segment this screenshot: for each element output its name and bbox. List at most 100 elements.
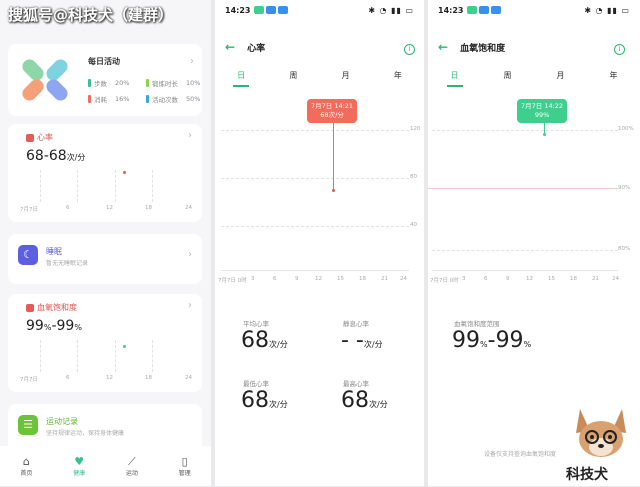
grid-line — [77, 340, 78, 372]
x-tick: 15 — [337, 276, 344, 282]
grid-line — [40, 170, 41, 202]
back-arrow-icon[interactable]: ← — [225, 40, 235, 54]
x-tick: 6 — [484, 276, 488, 282]
x-tick: 6 — [66, 375, 70, 381]
status-icons: ✱ ◔ ▮▮ ▭ — [584, 5, 630, 15]
rest-hr-label: 静息心率 — [343, 320, 369, 328]
mascot-text: 科技犬 — [566, 467, 608, 483]
avg-hr-value: 68次/分 — [241, 328, 288, 353]
spo2-footnote: 设备仅支持查询血氧饱和度 — [484, 451, 557, 458]
heart-tooltip: 7月7日 14:21 68次/分 — [307, 99, 358, 123]
run-icon: ⟋ — [128, 455, 136, 468]
min-hr-label: 最低心率 — [243, 380, 269, 388]
moon-icon: ☾ — [18, 245, 38, 265]
status-bar: 14:23 ✱ ◔ ▮▮ ▭ — [215, 0, 424, 20]
grid-line — [152, 340, 153, 372]
y-tick: 100% — [618, 126, 634, 132]
x-axis-line — [221, 270, 409, 271]
x-tick: 3 — [462, 276, 466, 282]
grid-line — [152, 170, 153, 202]
watch-icon: ▯ — [181, 455, 188, 468]
sport-title: 运动记录 — [46, 417, 78, 426]
y-tick: 80 — [410, 174, 417, 180]
page-title: 血氧饱和度 — [460, 43, 506, 54]
status-time: 14:23 — [225, 5, 251, 15]
avg-hr-label: 平均心率 — [243, 320, 269, 328]
x-axis-line — [432, 270, 618, 271]
x-tick: 12 — [106, 205, 113, 211]
max-hr-label: 最高心率 — [343, 380, 369, 388]
heart-data-point — [123, 171, 126, 174]
status-icons: ✱ ◔ ▮▮ ▭ — [368, 5, 414, 15]
tab-month[interactable]: 月 — [553, 70, 569, 87]
x-tick: 18 — [570, 276, 577, 282]
tab-week[interactable]: 周 — [285, 70, 301, 87]
min-hr-value: 68次/分 — [241, 388, 288, 413]
spo2-data-point — [123, 345, 126, 348]
x-tick: 12 — [106, 375, 113, 381]
x-tick: 6 — [273, 276, 277, 282]
x-tick: 6 — [66, 205, 70, 211]
tab-day[interactable]: 日 — [446, 70, 463, 87]
page-header: ← 心率 — [225, 40, 265, 54]
sleep-title: 睡眠 — [46, 247, 62, 256]
activity-ring-icon — [19, 56, 71, 104]
x-tick: 9 — [295, 276, 299, 282]
max-hr-value: 68次/分 — [341, 388, 388, 413]
heart-icon: ♥ — [74, 455, 85, 468]
x-tick: 24 — [185, 205, 192, 211]
x-tick: 7月7日 — [20, 377, 38, 383]
watermark: 搜狐号@科技犬（建群） — [8, 6, 174, 24]
spo2-data-point — [543, 133, 546, 136]
back-arrow-icon[interactable]: ← — [438, 40, 448, 54]
x-tick: 24 — [612, 276, 619, 282]
sport-subtitle: 坚持规律运动，保持身体健康 — [46, 430, 125, 437]
period-tabs: 日 周 月 年 — [428, 70, 640, 87]
heart-card-title: 心率 — [26, 132, 53, 143]
grid-line — [77, 170, 78, 202]
x-tick: 9 — [506, 276, 510, 282]
nav-sport[interactable]: ⟋ 运动 — [112, 455, 152, 477]
bottom-nav: ⌂ 首页 ♥ 健康 ⟋ 运动 ▯ 管理 — [0, 446, 211, 486]
home-icon: ⌂ — [22, 455, 30, 468]
status-time: 14:23 — [438, 5, 464, 15]
grid-line — [221, 178, 409, 179]
grid-line — [432, 130, 618, 131]
info-icon[interactable]: i — [614, 44, 625, 55]
spo2-card-title: 血氧饱和度 — [26, 302, 77, 313]
x-tick: 18 — [145, 375, 152, 381]
x-tick: 3 — [251, 276, 255, 282]
x-tick: 18 — [359, 276, 366, 282]
x-tick: 12 — [315, 276, 322, 282]
daily-activity-title: 每日活动 — [88, 57, 120, 66]
stat-activity-count: 活动次数 50% — [146, 94, 200, 104]
nav-health[interactable]: ♥ 健康 — [59, 455, 99, 477]
x-tick: 18 — [145, 205, 152, 211]
spo2-range-value: 99%-99% — [452, 328, 532, 353]
nav-home[interactable]: ⌂ 首页 — [6, 455, 46, 477]
page-title: 心率 — [247, 43, 266, 54]
x-tick: 24 — [185, 375, 192, 381]
grid-line — [115, 340, 116, 372]
stat-steps: 步数 20% — [88, 78, 129, 88]
spo2-tooltip: 7月7日 14:22 99% — [517, 99, 568, 123]
tab-week[interactable]: 周 — [500, 70, 516, 87]
nav-manage[interactable]: ▯ 管理 — [165, 455, 205, 477]
y-tick: 80% — [618, 246, 631, 252]
health-overview-screen: 每日活动 › 步数 20% 锻炼时长 10% 消耗 16% 活动次数 50% 心率 › … — [0, 0, 211, 486]
chevron-right-icon: › — [188, 249, 192, 260]
grid-line — [221, 226, 409, 227]
y-tick: 40 — [410, 222, 417, 228]
grid-line — [221, 130, 409, 131]
tab-year[interactable]: 年 — [390, 70, 406, 87]
tab-year[interactable]: 年 — [606, 70, 622, 87]
heart-card-value: 68-68次/分 — [26, 148, 86, 164]
info-icon[interactable]: i — [404, 44, 415, 55]
tab-day[interactable]: 日 — [233, 70, 250, 87]
stat-calories: 消耗 16% — [88, 94, 129, 104]
x-tick: 15 — [548, 276, 555, 282]
grid-line — [115, 170, 116, 202]
tab-month[interactable]: 月 — [338, 70, 354, 87]
spo2-card-value: 99%-99% — [26, 318, 82, 334]
x-tick: 7月7日 0时 — [430, 278, 459, 284]
